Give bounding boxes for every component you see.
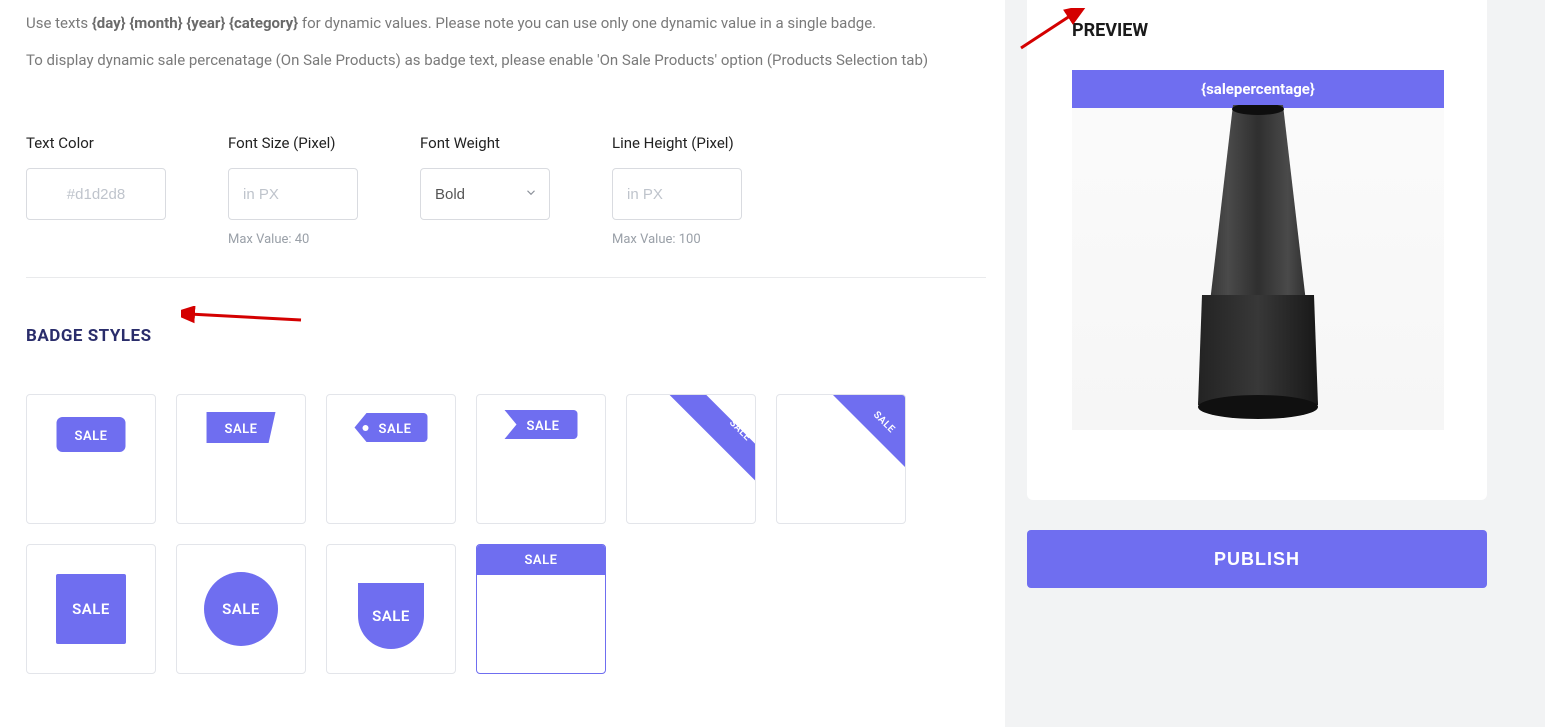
hint-line-1: Use texts {day} {month} {year} {category…	[26, 10, 986, 37]
badge-label: SALE	[75, 429, 108, 444]
line-height-label: Line Height (Pixel)	[612, 134, 742, 152]
line-height-field: Line Height (Pixel) Max Value: 100	[612, 134, 742, 247]
badge-style-3[interactable]: SALE	[326, 394, 456, 524]
badge-label: SALE	[527, 419, 560, 434]
hint-line-2: To display dynamic sale percenatage (On …	[26, 47, 986, 74]
text-style-row: Text Color Font Size (Pixel) Max Value: …	[26, 134, 986, 247]
preview-title: PREVIEW	[1072, 20, 1148, 41]
font-size-input[interactable]	[228, 168, 358, 220]
badge-label: SALE	[72, 600, 110, 618]
badge-style-7[interactable]: SALE	[26, 544, 156, 674]
badge-style-9[interactable]: SALE	[326, 544, 456, 674]
font-size-label: Font Size (Pixel)	[228, 134, 358, 152]
font-weight-select[interactable]: Bold	[420, 168, 550, 220]
line-height-input[interactable]	[612, 168, 742, 220]
badge-styles-heading: BADGE STYLES	[26, 326, 986, 346]
product-image	[1178, 105, 1338, 425]
preview-product: {salepercentage}	[1072, 70, 1444, 430]
font-size-helper: Max Value: 40	[228, 232, 358, 247]
badge-style-5[interactable]: SALE	[626, 394, 756, 524]
badge-style-1[interactable]: SALE	[26, 394, 156, 524]
divider	[26, 277, 986, 278]
right-rail: PREVIEW {salepercentage}	[1005, 0, 1545, 727]
font-size-field: Font Size (Pixel) Max Value: 40	[228, 134, 358, 247]
hint-tokens: {day} {month} {year} {category}	[92, 14, 298, 32]
text-color-input[interactable]	[26, 168, 166, 220]
font-weight-field: Font Weight Bold	[420, 134, 550, 247]
badge-label: SALE	[525, 553, 558, 568]
badge-style-10[interactable]: SALE	[476, 544, 606, 674]
preview-card: PREVIEW {salepercentage}	[1027, 0, 1487, 500]
badge-style-4[interactable]: SALE	[476, 394, 606, 524]
badge-style-2[interactable]: SALE	[176, 394, 306, 524]
badge-style-6[interactable]: SALE	[776, 394, 906, 524]
text-color-label: Text Color	[26, 134, 166, 152]
badge-label: SALE	[372, 607, 410, 625]
hint-suffix: for dynamic values. Please note you can …	[298, 14, 876, 32]
font-weight-label: Font Weight	[420, 134, 550, 152]
line-height-helper: Max Value: 100	[612, 232, 742, 247]
preview-badge-text: {salepercentage}	[1201, 80, 1315, 98]
preview-badge: {salepercentage}	[1072, 70, 1444, 108]
badge-label: SALE	[222, 600, 260, 618]
badge-label: SALE	[379, 422, 412, 437]
publish-button[interactable]: PUBLISH	[1027, 530, 1487, 588]
badge-label: SALE	[225, 422, 258, 437]
hint-prefix: Use texts	[26, 14, 92, 32]
badge-style-8[interactable]: SALE	[176, 544, 306, 674]
badge-styles-grid: SALE SALE SALE SALE SALE SALE SALE SALE …	[26, 394, 986, 674]
text-color-field: Text Color	[26, 134, 166, 247]
